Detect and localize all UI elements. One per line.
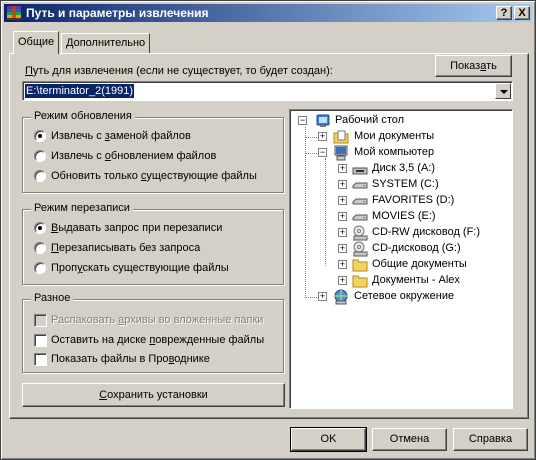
show-button[interactable]: Показать — [435, 55, 512, 77]
network-icon — [334, 289, 348, 305]
tab-advanced[interactable]: Дополнительно — [61, 33, 151, 53]
tree-item-floppy-a[interactable]: + Диск 3,5 (A:) — [338, 161, 508, 177]
tab-general-label: Общие — [18, 36, 55, 48]
overwrite-mode-title: Режим перезаписи — [31, 202, 133, 214]
save-settings-button[interactable]: Сохранить установки — [22, 383, 285, 407]
floppy-drive-icon — [352, 167, 368, 175]
tree-item-shared-documents[interactable]: + Общие документы — [338, 257, 508, 273]
help-button[interactable]: Справка — [453, 428, 528, 451]
my-documents-icon — [333, 130, 349, 144]
hard-drive-icon — [352, 182, 368, 189]
help-title-button[interactable]: ? — [496, 6, 512, 20]
path-input-value[interactable]: E:\terminator_2(1991) — [25, 84, 134, 98]
title-bar: Путь и параметры извлечения ? X — [4, 4, 532, 22]
overwrite-mode-group: Режим перезаписи Выдавать запрос при пер… — [22, 202, 284, 285]
cancel-button[interactable]: Отмена — [372, 428, 447, 451]
path-combobox[interactable]: E:\terminator_2(1991) — [22, 81, 513, 101]
desktop-icon — [316, 114, 330, 127]
folder-icon — [352, 259, 368, 272]
misc-title: Разное — [31, 292, 74, 304]
tree-item-drive-e[interactable]: + MOVIES (E:) — [338, 209, 508, 225]
cd-drive-icon — [353, 241, 368, 257]
tree-item-network[interactable]: + Сетевое окружение — [318, 289, 498, 305]
ok-button[interactable]: OK — [290, 427, 367, 452]
tree-item-documents-alex[interactable]: + Документы - Alex — [338, 273, 508, 289]
tree-item-drive-d[interactable]: + FAVORITES (D:) — [338, 193, 508, 209]
tab-advanced-label: Дополнительно — [66, 37, 146, 49]
tree-item-my-documents[interactable]: + Мои документы — [318, 129, 498, 145]
my-computer-icon — [334, 145, 348, 161]
extraction-dialog: Путь и параметры извлечения ? X Общие До… — [0, 0, 536, 460]
tree-item-my-computer[interactable]: − Мой компьютер — [318, 145, 498, 161]
update-mode-group: Режим обновления Извлечь с заменой файло… — [22, 110, 284, 193]
folder-icon — [352, 275, 368, 288]
tab-general[interactable]: Общие — [13, 31, 60, 54]
tree-item-drive-f[interactable]: + CD-RW дисковод (F:) — [338, 225, 508, 241]
folder-tree[interactable]: − Рабочий стол + Мои документы − Мой ком… — [289, 109, 513, 409]
tree-item-desktop[interactable]: − Рабочий стол — [298, 113, 498, 129]
close-title-button[interactable]: X — [514, 6, 530, 20]
cd-drive-icon — [353, 225, 368, 241]
tree-item-drive-c[interactable]: + SYSTEM (C:) — [338, 177, 508, 193]
hard-drive-icon — [352, 198, 368, 205]
tree-item-drive-g[interactable]: + CD-дисковод (G:) — [338, 241, 508, 257]
update-mode-title: Режим обновления — [31, 110, 135, 122]
path-label: Путь для извлечения (если не существует,… — [25, 65, 333, 77]
path-dropdown-button[interactable] — [495, 83, 511, 99]
hard-drive-icon — [352, 214, 368, 221]
misc-group: Разное Распаковать архивы во вложенные п… — [22, 292, 284, 373]
window-title: Путь и параметры извлечения — [26, 6, 209, 20]
winrar-app-icon — [7, 6, 21, 20]
